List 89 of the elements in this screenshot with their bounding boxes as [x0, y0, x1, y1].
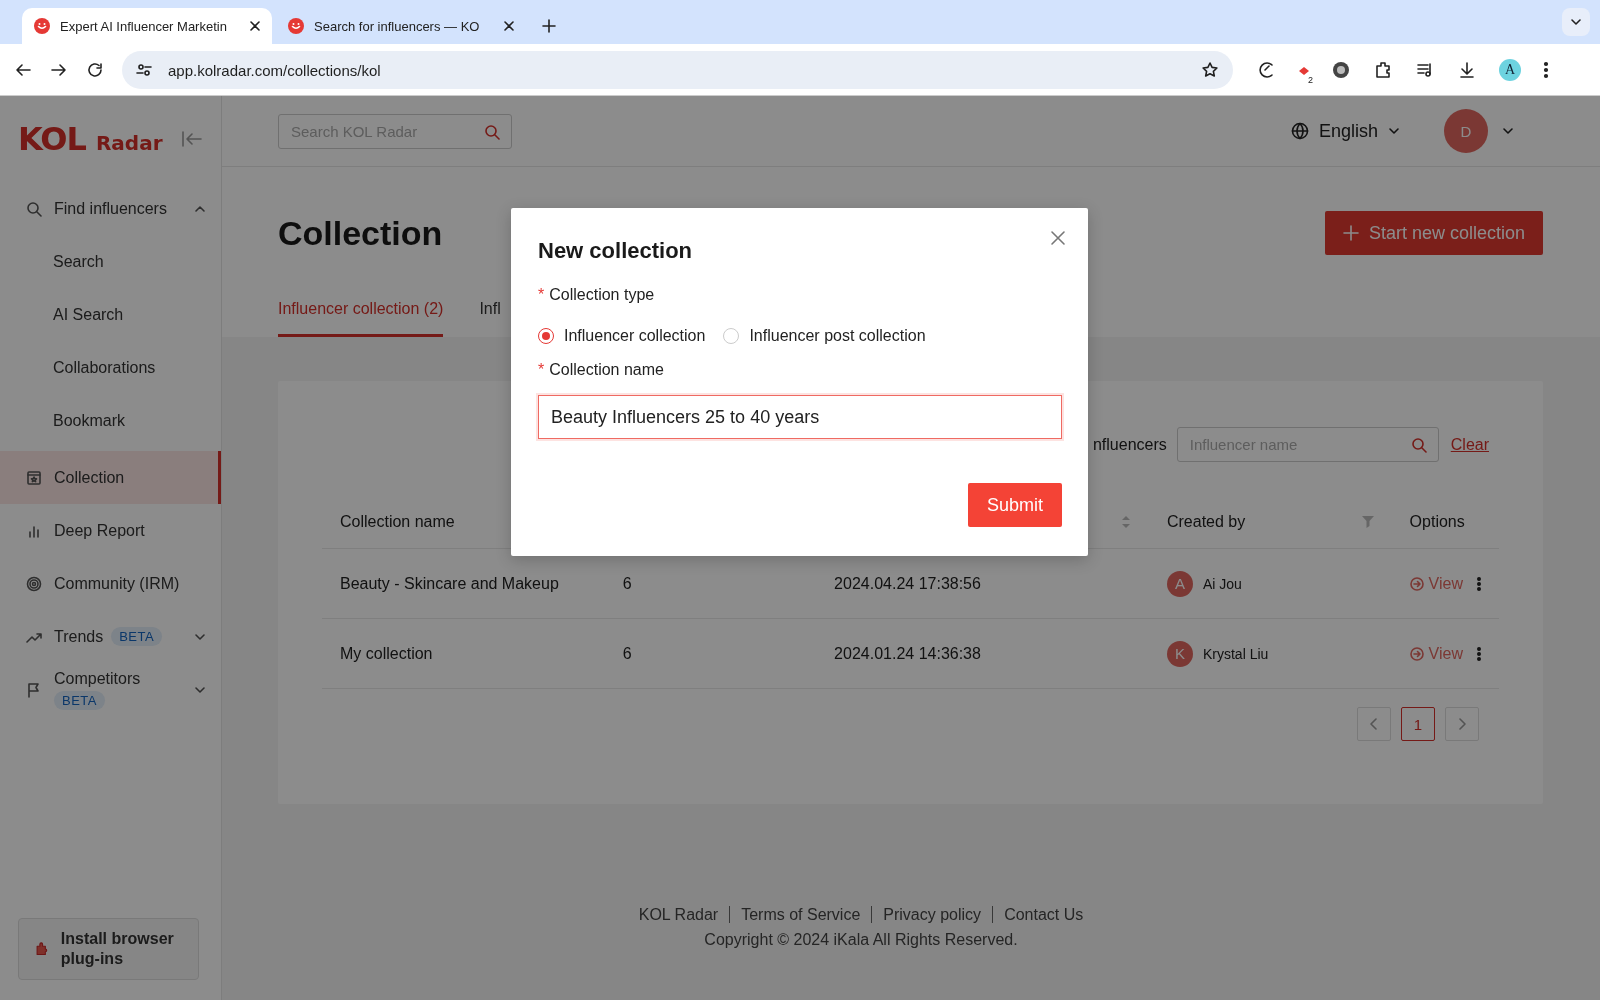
nav-subitem[interactable]: Search	[0, 235, 221, 288]
smiley-icon	[288, 18, 304, 34]
arrow-circle-icon	[1409, 576, 1424, 591]
arrow-circle-icon	[1409, 646, 1424, 661]
browser-tab[interactable]: Search for influencers — KO	[276, 8, 526, 44]
footer-link[interactable]: Contact Us	[1004, 902, 1084, 927]
beta-badge: BETA	[54, 690, 105, 710]
page-title: Collection	[278, 213, 443, 253]
creator-name: Ai Jou	[1202, 575, 1242, 592]
chevron-down-icon	[1570, 16, 1582, 28]
close-icon[interactable]	[250, 21, 260, 31]
table-cell: My collection	[340, 644, 433, 662]
logo-text: Radar	[95, 131, 164, 155]
chevron-down-icon	[1388, 125, 1400, 137]
table-cell: 2024.01.24 14:36:38	[834, 644, 981, 662]
start-new-collection-button[interactable]: Start new collection	[1324, 211, 1543, 255]
footer-link[interactable]: Terms of Service	[741, 902, 861, 927]
plus-icon	[1342, 225, 1359, 241]
dialog-title: New collection	[538, 238, 694, 264]
download-icon[interactable]	[1457, 60, 1477, 80]
collection-tab[interactable]: Influencer collection (2)	[278, 300, 444, 337]
nav-item[interactable]: Find influencers	[0, 182, 221, 235]
chevron-right-icon	[1457, 718, 1467, 730]
collection-tab[interactable]: Infl	[479, 300, 501, 337]
smiley-icon	[34, 18, 50, 34]
site-settings-icon	[136, 62, 152, 78]
close-icon[interactable]	[504, 21, 514, 31]
star-icon[interactable]	[1201, 61, 1219, 79]
column-header: Collection name	[340, 512, 455, 531]
more-icon[interactable]	[1543, 61, 1549, 79]
nav-label: Find influencers	[54, 199, 167, 218]
footer-link[interactable]: KOL Radar	[638, 902, 719, 927]
browser-tab[interactable]: Expert AI Influencer Marketin	[22, 8, 272, 44]
radio-option[interactable]: Influencer collection	[538, 327, 706, 345]
address-bar[interactable]: app.kolradar.com/collections/kol	[122, 51, 1233, 89]
nav-label: Competitors	[54, 669, 141, 688]
view-link[interactable]: View	[1409, 574, 1463, 593]
chevron-left-icon	[1369, 718, 1379, 730]
field-label: Collection type	[549, 286, 655, 304]
chevron-down-icon	[1502, 125, 1514, 137]
globe-icon	[1290, 122, 1309, 140]
install-plugin-button[interactable]: Install browser plug-ins	[18, 918, 199, 980]
nav-item[interactable]: Collection	[0, 451, 221, 504]
column-header: Created by	[1166, 512, 1246, 531]
back-icon[interactable]	[14, 61, 32, 79]
reload-icon[interactable]	[86, 61, 104, 79]
search-icon	[26, 200, 42, 217]
flag-icon	[26, 681, 42, 698]
creator-name: Krystal Liu	[1202, 645, 1269, 662]
profile-avatar[interactable]: A	[1499, 59, 1521, 81]
table-cell: 2024.04.24 17:38:56	[834, 574, 981, 592]
field-label: Collection name	[549, 361, 664, 379]
diamond-icon	[1299, 67, 1309, 75]
tab-menu-button[interactable]	[1562, 8, 1590, 36]
new-tab-icon[interactable]	[542, 19, 556, 33]
column-header: Options	[1409, 512, 1465, 531]
search-icon	[1410, 437, 1427, 453]
nav-subitem[interactable]: AI Search	[0, 288, 221, 341]
target-icon	[26, 575, 42, 592]
forward-icon[interactable]	[50, 61, 68, 79]
creator-avatar: K	[1166, 640, 1193, 667]
creator-avatar: A	[1166, 570, 1193, 597]
search-icon	[484, 123, 500, 140]
language-selector[interactable]: English	[1290, 120, 1400, 142]
view-link[interactable]: View	[1409, 644, 1463, 663]
table-cell: 6	[622, 574, 632, 592]
submit-button[interactable]: Submit	[968, 483, 1062, 527]
nav-item[interactable]: Trends BETA	[0, 610, 221, 663]
nav-item[interactable]: Community (IRM)	[0, 557, 221, 610]
required-mark: *	[538, 286, 545, 304]
nav-item[interactable]: Competitors BETA	[0, 663, 221, 716]
filter-label: nfluencers	[1092, 435, 1167, 454]
page-button[interactable]: 1	[1401, 707, 1435, 741]
nav-subitem[interactable]: Bookmark	[0, 394, 221, 447]
clear-link[interactable]: Clear	[1450, 435, 1489, 454]
nav-label: Trends	[54, 627, 104, 646]
extensions-icon[interactable]	[1373, 60, 1393, 80]
copyright-text: Copyright © 2024 iKala All Rights Reserved.	[703, 930, 1019, 950]
logo-wordmark: KOL	[18, 120, 86, 158]
beta-badge: BETA	[111, 627, 163, 646]
radio-option[interactable]: Influencer post collection	[723, 327, 926, 345]
collection-name-field[interactable]: Beauty Influencers 25 to 40 years	[538, 395, 1062, 439]
star-box-icon	[26, 469, 42, 486]
footer-link[interactable]: Privacy policy	[883, 902, 982, 927]
nav-item[interactable]: Deep Report	[0, 504, 221, 557]
required-mark: *	[538, 361, 545, 379]
table-cell: 6	[622, 644, 632, 662]
table-cell: Beauty - Skincare and Makeup	[340, 574, 559, 592]
nav-subitem[interactable]: Collaborations	[0, 341, 221, 394]
